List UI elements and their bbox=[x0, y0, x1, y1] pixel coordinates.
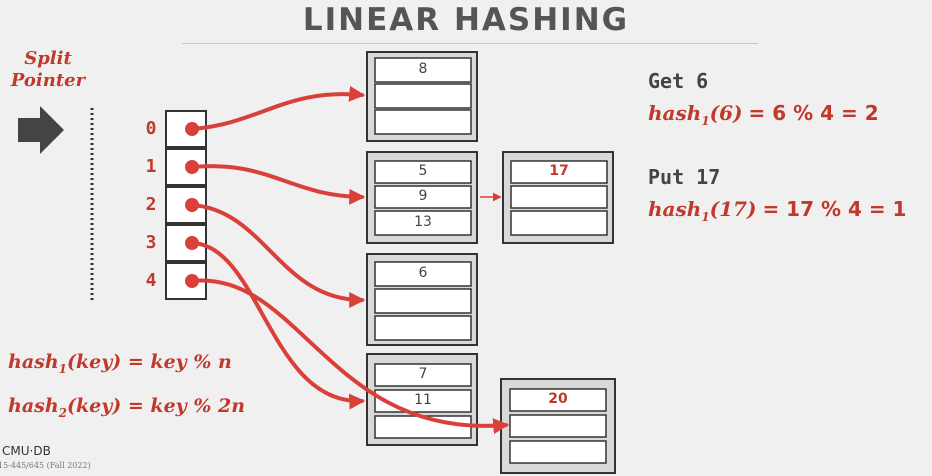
bucket-2-entry: 6 bbox=[418, 265, 428, 281]
slot-index-2: 2 bbox=[145, 194, 157, 215]
hash-arg: (6) bbox=[709, 101, 743, 125]
pointer-arrow-slot-1 bbox=[190, 164, 366, 205]
slot-index-1: 1 bbox=[145, 156, 157, 177]
split-pointer-arrow-icon bbox=[18, 106, 64, 154]
get-hash-equation: hash1(6) = 6 % 4 = 2 bbox=[648, 101, 879, 128]
bucket-1-entry: 5 bbox=[418, 163, 428, 179]
get-operation-label: Get 6 bbox=[648, 69, 709, 93]
put-operation-label: Put 17 bbox=[648, 165, 721, 189]
hash-subscript: 1 bbox=[701, 114, 710, 128]
split-pointer-label: Split Pointer bbox=[2, 48, 94, 92]
bucket-3-overflow-entry: 20 bbox=[548, 391, 568, 407]
split-pointer-label-line1: Split bbox=[24, 48, 72, 69]
bucket-0-entry: 8 bbox=[418, 61, 428, 77]
hash2-formula: hash2(key) = key % 2n bbox=[8, 395, 245, 420]
pointer-arrow-slot-0 bbox=[190, 85, 366, 131]
course-label: 15-445/645 (Fall 2022) bbox=[0, 461, 91, 470]
split-pointer-label-line2: Pointer bbox=[10, 70, 86, 91]
formula-fn: hash bbox=[8, 395, 59, 417]
formula-body: (key) = key % n bbox=[67, 351, 232, 373]
bucket-1-entry: 9 bbox=[418, 188, 428, 204]
slot-index-0: 0 bbox=[145, 118, 157, 139]
hash1-formula: hash1(key) = key % n bbox=[8, 351, 232, 376]
formula-subscript: 2 bbox=[58, 405, 67, 420]
formula-subscript: 1 bbox=[58, 361, 67, 376]
hash-fn: hash bbox=[648, 101, 702, 125]
slot-index-3: 3 bbox=[145, 232, 157, 253]
formula-fn: hash bbox=[8, 351, 59, 373]
hash-fn: hash bbox=[648, 197, 702, 221]
slot-index-4: 4 bbox=[145, 270, 157, 291]
hash-result: = 6 % 4 = 2 bbox=[748, 101, 879, 125]
hash-subscript: 1 bbox=[701, 210, 710, 224]
pointer-arrow-slot-3 bbox=[190, 241, 366, 410]
put-hash-equation: hash1(17) = 17 % 4 = 1 bbox=[648, 197, 906, 224]
hash-result: = 17 % 4 = 1 bbox=[762, 197, 907, 221]
hash-arg: (17) bbox=[709, 197, 757, 221]
bucket-1-entry: 13 bbox=[414, 214, 432, 230]
cmu-db-logo: CMU·DB bbox=[2, 444, 51, 458]
bucket-3-entry: 11 bbox=[414, 392, 432, 408]
slide: LINEAR HASHING Split Pointer 0 1 2 3 4 8… bbox=[0, 0, 932, 476]
formula-body: (key) = key % 2n bbox=[67, 395, 246, 417]
bucket-3-entry: 7 bbox=[418, 366, 428, 382]
bucket-1-overflow-entry: 17 bbox=[549, 163, 569, 179]
